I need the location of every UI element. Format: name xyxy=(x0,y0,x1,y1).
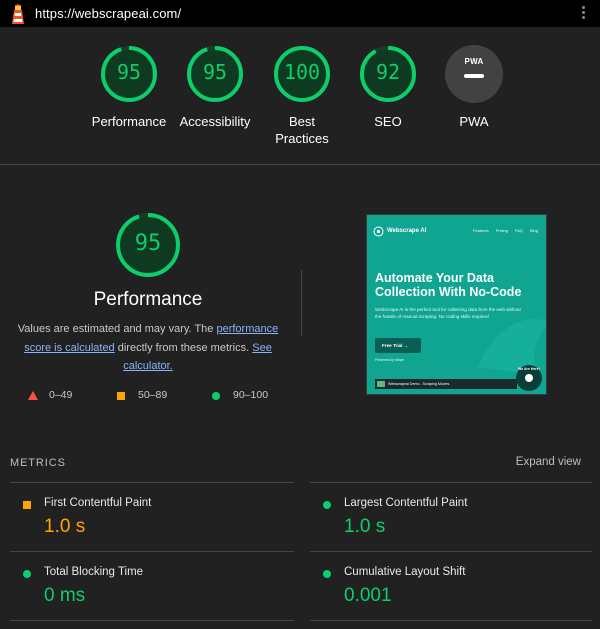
triangle-icon xyxy=(28,391,38,400)
screenshot-nav: Features Pricing FAQ Blog xyxy=(472,228,538,233)
metric-divider xyxy=(310,482,592,483)
score-value: 95 xyxy=(202,60,228,84)
performance-description: Values are estimated and may vary. The p… xyxy=(17,323,279,372)
metric-label: Largest Contentful Paint xyxy=(344,497,468,509)
video-thumbnail-icon xyxy=(377,381,385,387)
circle-icon xyxy=(212,392,220,400)
score-value: 92 xyxy=(375,60,401,84)
performance-title: Performance xyxy=(93,289,203,310)
metric-divider xyxy=(10,551,294,552)
pwa-icon: PWA xyxy=(445,45,503,103)
metric-value: 1.0 s xyxy=(44,516,86,537)
expand-view-button[interactable]: Expand view xyxy=(516,456,581,468)
metric-value: 0.001 xyxy=(344,585,392,606)
screenshot-video-bar: Webscrapeai Demo - Scraping Movies xyxy=(375,379,517,389)
metric-value: 0 ms xyxy=(44,585,86,606)
screenshot-subtext: Webscrape AI is the perfect tool for col… xyxy=(375,307,521,319)
score-gauge-performance[interactable]: 95 Performance xyxy=(81,45,177,130)
score-label: Accessibility xyxy=(179,114,251,129)
score-label: Performance xyxy=(91,114,167,129)
performance-score: 95 xyxy=(134,231,162,256)
vertical-divider xyxy=(301,270,302,336)
metric-divider xyxy=(310,620,592,621)
score-value: 95 xyxy=(116,60,142,84)
metric-divider xyxy=(10,482,294,483)
metric-value: 1.0 s xyxy=(344,516,386,537)
score-label: SEO xyxy=(374,114,402,129)
circle-icon xyxy=(323,570,331,578)
screenshot-cta-button: Free Trial → xyxy=(375,338,421,353)
score-label: Best Practices xyxy=(275,114,329,146)
brand-logo-icon xyxy=(373,226,384,237)
square-icon xyxy=(117,392,125,400)
metric-label: Cumulative Layout Shift xyxy=(344,566,466,578)
circle-icon xyxy=(23,570,31,578)
screenshot-brand: Webscrape AI xyxy=(387,228,427,234)
chat-badge-icon: We Are Here! xyxy=(516,365,542,391)
score-value: 100 xyxy=(283,60,321,84)
circle-icon xyxy=(323,501,331,509)
score-gauge-accessibility[interactable]: 95 Accessibility xyxy=(167,45,263,130)
score-gauge-best-practices[interactable]: 100 Best Practices xyxy=(254,45,350,147)
square-icon xyxy=(23,501,31,509)
performance-gauge-large: 95 xyxy=(114,211,182,279)
score-label: PWA xyxy=(459,114,489,129)
metric-label: Total Blocking Time xyxy=(44,566,144,578)
screenshot-powered: Powered by stripe xyxy=(375,358,404,362)
metric-divider xyxy=(10,620,294,621)
score-gauge-seo[interactable]: 92 SEO xyxy=(340,45,436,130)
section-divider xyxy=(0,164,600,165)
final-screenshot[interactable]: Webscrape AI Features Pricing FAQ Blog Auto… xyxy=(366,214,547,395)
metric-label: First Contentful Paint xyxy=(44,497,152,509)
pwa-badge-text: PWA xyxy=(464,57,484,66)
page-url[interactable]: https://webscrapeai.com/ xyxy=(35,6,181,21)
metrics-header: METRICS xyxy=(10,457,66,469)
screenshot-headline: Automate Your Data Collection With No-Co… xyxy=(375,271,522,299)
metric-divider xyxy=(310,551,592,552)
score-gauge-pwa[interactable]: PWA PWA xyxy=(426,45,522,130)
browser-top-bar: https://webscrapeai.com/ xyxy=(0,0,600,27)
kebab-icon[interactable] xyxy=(581,6,585,22)
lighthouse-icon xyxy=(12,4,24,24)
